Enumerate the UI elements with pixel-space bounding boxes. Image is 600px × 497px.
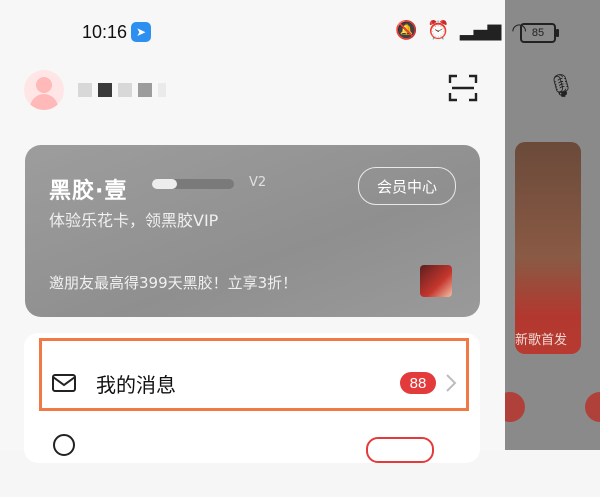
background-app: 🎙 新歌首发 — [505, 0, 600, 450]
status-icons: 🔕 ⏰ ▂▄▆ ◠ — [395, 20, 527, 41]
clock-icon — [53, 434, 75, 456]
mute-bell-icon: 🔕 — [395, 20, 418, 41]
level-label: V2 — [249, 175, 267, 190]
level-progress-bar — [152, 179, 234, 189]
vip-subtitle[interactable]: 体验乐花卡，领黑胶VIP — [49, 207, 218, 231]
signal-icon: ▂▄▆ — [459, 20, 502, 41]
recommend-icon[interactable] — [585, 392, 600, 422]
status-time: 10:16 — [82, 22, 128, 42]
mail-icon — [52, 374, 76, 392]
avatar[interactable] — [24, 70, 64, 110]
status-bar: 10:16 ➤ 🔕 ⏰ ▂▄▆ ◠ 85 — [0, 0, 600, 64]
menu-item-messages[interactable]: 我的消息 88 — [24, 347, 480, 419]
vip-card[interactable]: 黑胶·壹 V2 会员中心 体验乐花卡，领黑胶VIP 邀朋友最高得399天黑胶！立… — [25, 145, 480, 317]
new-song-card[interactable]: 新歌首发 — [515, 142, 581, 354]
chevron-right-icon — [446, 374, 457, 392]
menu-list: 我的消息 88 — [24, 333, 480, 463]
messages-label: 我的消息 — [96, 372, 176, 397]
menu-item-badge — [366, 437, 434, 463]
side-drawer: 黑胶·壹 V2 会员中心 体验乐花卡，领黑胶VIP 邀朋友最高得399天黑胶！立… — [0, 0, 505, 463]
alarm-icon: ⏰ — [427, 20, 450, 41]
menu-item-next[interactable] — [24, 425, 480, 497]
telegram-icon: ➤ — [131, 22, 151, 42]
unread-badge: 88 — [400, 372, 436, 394]
live-icon[interactable] — [505, 392, 525, 422]
username-redacted — [78, 83, 166, 97]
battery-icon: 85 — [520, 23, 559, 43]
new-song-tag: 新歌首发 — [515, 333, 568, 348]
scan-icon[interactable] — [447, 72, 479, 104]
member-center-button[interactable]: 会员中心 — [358, 167, 456, 205]
invite-promo[interactable]: 邀朋友最高得399天黑胶！立享3折！ — [49, 272, 297, 293]
microphone-icon[interactable]: 🎙 — [547, 74, 575, 99]
user-profile[interactable] — [24, 70, 166, 110]
promo-thumbnail[interactable] — [420, 265, 452, 297]
vip-title: 黑胶·壹 — [49, 179, 128, 204]
